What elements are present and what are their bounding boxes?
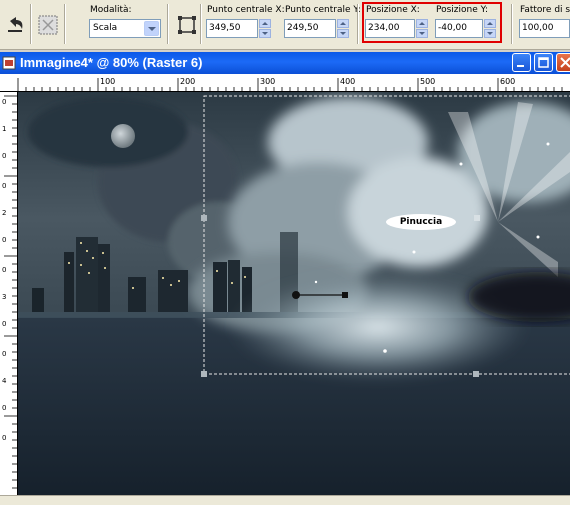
- minimize-icon: [517, 65, 524, 67]
- center-x-stepper[interactable]: 349,50: [206, 19, 272, 38]
- spin-down-icon[interactable]: [259, 29, 271, 38]
- ruler-label: 600: [500, 77, 515, 86]
- horizontal-ruler[interactable]: 100 200 300 400 500 600: [0, 74, 570, 92]
- ruler-label: 0: [2, 152, 6, 160]
- ruler-label: 4: [2, 377, 7, 385]
- spin-up-icon[interactable]: [259, 19, 271, 28]
- ruler-label: 400: [340, 77, 355, 86]
- toolbar-separator: [511, 4, 513, 44]
- center-y-stepper[interactable]: 249,50: [284, 19, 350, 38]
- close-button[interactable]: [556, 53, 570, 72]
- scale-factor-stepper[interactable]: 100,00: [519, 19, 570, 38]
- ruler-label: 0: [2, 266, 6, 274]
- resize-handle[interactable]: [201, 215, 207, 221]
- ruler-label: 300: [260, 77, 275, 86]
- ruler-label: 200: [180, 77, 195, 86]
- deform-icon[interactable]: [36, 13, 60, 37]
- vertical-ruler[interactable]: 0 1 0 0 2 0 0 3 0 0 4 0 0: [0, 92, 18, 495]
- rotation-handle[interactable]: [342, 292, 348, 298]
- ruler-label: 0: [2, 320, 6, 328]
- chevron-down-icon[interactable]: [144, 21, 159, 36]
- document-icon: [2, 56, 16, 70]
- document-title-bar[interactable]: Immagine4* @ 80% (Raster 6): [0, 52, 570, 74]
- toolbar-separator: [64, 4, 66, 44]
- scale-factor-label: Fattore di sc: [520, 5, 570, 15]
- tool-options-bar: Modalità: Scala Punto centrale X: 349,50…: [0, 0, 570, 50]
- toolbar-separator: [30, 4, 32, 44]
- scale-factor-input[interactable]: 100,00: [519, 19, 570, 38]
- deform-frame-icon[interactable]: [175, 13, 199, 37]
- ruler-label: 1: [2, 125, 6, 133]
- close-icon: [560, 57, 570, 68]
- moon: [111, 124, 135, 148]
- position-fields-highlight: [362, 2, 502, 43]
- status-strip: [0, 495, 570, 505]
- resize-handle[interactable]: [474, 215, 480, 221]
- maximize-icon: [538, 57, 549, 68]
- resize-handle[interactable]: [201, 371, 207, 377]
- ruler-label: 500: [420, 77, 435, 86]
- mode-select-value: Scala: [93, 23, 118, 33]
- watermark-label: Pinuccia: [386, 214, 456, 230]
- minimize-button[interactable]: [512, 53, 531, 72]
- ruler-label: 2: [2, 209, 6, 217]
- center-y-input[interactable]: 249,50: [284, 19, 336, 38]
- toolbar-separator: [357, 4, 359, 44]
- center-x-label: Punto centrale X:: [207, 5, 285, 15]
- ruler-label: 3: [2, 293, 6, 301]
- toolbar-separator: [200, 4, 202, 44]
- toolbar-separator: [167, 4, 169, 44]
- ruler-label: 0: [2, 434, 6, 442]
- ruler-label: 100: [100, 77, 115, 86]
- pivot-point-icon[interactable]: [292, 291, 300, 299]
- ruler-label: 0: [2, 404, 6, 412]
- resize-handle[interactable]: [473, 371, 479, 377]
- image-canvas[interactable]: Pinuccia: [18, 92, 570, 495]
- undo-icon[interactable]: [4, 13, 28, 37]
- spin-up-icon[interactable]: [337, 19, 349, 28]
- document-title: Immagine4* @ 80% (Raster 6): [20, 55, 203, 70]
- ruler-label: 0: [2, 236, 6, 244]
- mode-label: Modalità:: [90, 5, 132, 15]
- center-x-input[interactable]: 349,50: [206, 19, 258, 38]
- center-y-label: Punto centrale Y:: [285, 5, 361, 15]
- spin-down-icon[interactable]: [337, 29, 349, 38]
- ruler-label: 0: [2, 98, 6, 106]
- ruler-label: 0: [2, 350, 6, 358]
- maximize-button[interactable]: [534, 53, 553, 72]
- mode-select[interactable]: Scala: [89, 19, 161, 38]
- ruler-label: 0: [2, 182, 6, 190]
